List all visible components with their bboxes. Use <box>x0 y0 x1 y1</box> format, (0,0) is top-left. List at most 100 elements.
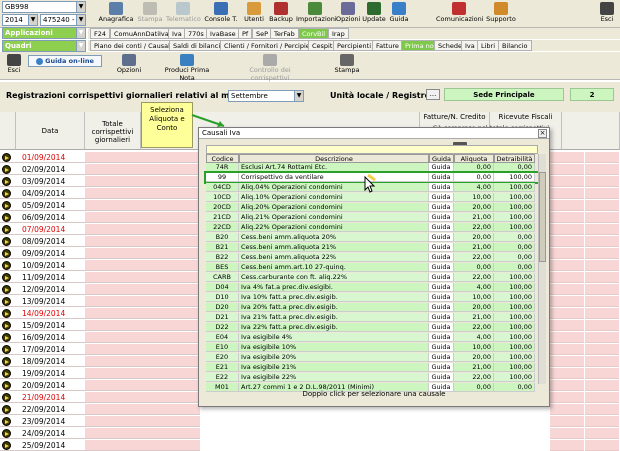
supporto-button[interactable]: Supporto <box>484 1 518 27</box>
row-select-icon[interactable] <box>2 237 11 246</box>
tab-bilancio[interactable]: Bilancio <box>498 40 532 51</box>
cell-guida-button[interactable]: Guida <box>429 183 454 192</box>
tab-clienti-fornitori[interactable]: Clienti / Fornitori / Percipienti <box>220 40 323 51</box>
cell-guida-button[interactable]: Guida <box>429 173 454 182</box>
row-right-cell[interactable] <box>550 260 584 271</box>
cell-guida-button[interactable]: Guida <box>429 223 454 232</box>
table-row[interactable]: 12/09/2014 <box>0 284 200 295</box>
row-totale-cell[interactable] <box>85 380 200 390</box>
row-right-cell[interactable] <box>585 236 619 247</box>
row-totale-cell[interactable] <box>85 284 200 294</box>
row-right-cell[interactable] <box>585 296 619 307</box>
list-item[interactable]: D21 Iva 21% fatt.a prec.div.esigib. Guida 2… <box>206 313 538 322</box>
row-right-cell[interactable] <box>550 440 584 451</box>
opzioni-button[interactable]: Opzioni <box>336 1 360 27</box>
row-right-cell[interactable] <box>585 356 619 367</box>
row-right-cell[interactable] <box>585 224 619 235</box>
guida-online-button[interactable]: Guida on-line <box>28 55 102 67</box>
table-row[interactable]: 14/09/2014 <box>0 308 200 319</box>
row-select-icon[interactable] <box>2 153 11 162</box>
chevron-down-icon[interactable]: ▼ <box>294 91 303 101</box>
list-item[interactable]: BES Cess.beni amm.art.10 27-quinq. Guida 0,… <box>206 263 538 272</box>
row-right-cell[interactable] <box>585 428 619 439</box>
row-select-icon[interactable] <box>2 225 11 234</box>
list-item[interactable]: B21 Cess.beni amm.aliquota 21% Guida 21,00 0… <box>206 243 538 252</box>
row-select-icon[interactable] <box>2 345 11 354</box>
tab-libri[interactable]: Libri <box>477 40 500 51</box>
row-totale-cell[interactable] <box>85 200 200 210</box>
row-totale-cell[interactable] <box>85 440 200 450</box>
cell-guida-button[interactable]: Guida <box>429 233 454 242</box>
scrollbar-thumb[interactable] <box>539 172 546 262</box>
row-right-cell[interactable] <box>550 224 584 235</box>
user-combo[interactable]: GB998 ▼ <box>2 1 86 13</box>
row-totale-cell[interactable] <box>85 152 200 162</box>
row-right-cell[interactable] <box>550 332 584 343</box>
row-right-cell[interactable] <box>585 380 619 391</box>
list-item[interactable]: 74R Esclusi Art.74 Rottami Etc. Guida 0,00 0… <box>206 163 538 172</box>
row-right-cell[interactable] <box>550 308 584 319</box>
update-button[interactable]: Update <box>362 1 386 27</box>
row-totale-cell[interactable] <box>85 368 200 378</box>
row-select-icon[interactable] <box>2 177 11 186</box>
table-row[interactable]: 10/09/2014 <box>0 260 200 271</box>
row-right-cell[interactable] <box>585 320 619 331</box>
table-row[interactable]: 15/09/2014 <box>0 320 200 331</box>
row-right-cell[interactable] <box>550 368 584 379</box>
row-totale-cell[interactable] <box>85 164 200 174</box>
row-right-cell[interactable] <box>585 332 619 343</box>
table-row[interactable]: 11/09/2014 <box>0 272 200 283</box>
table-row[interactable]: 19/09/2014 <box>0 368 200 379</box>
row-select-icon[interactable] <box>2 273 11 282</box>
table-row[interactable]: 02/09/2014 <box>0 164 200 175</box>
row-right-cell[interactable] <box>550 164 584 175</box>
row-right-cell[interactable] <box>585 404 619 415</box>
guida-button[interactable]: Guida <box>388 1 410 27</box>
list-item[interactable]: 22CD Aliq.22% Operazioni condomini Guida 22… <box>206 223 538 232</box>
quadri-combo[interactable]: Quadri ▼ <box>2 40 86 52</box>
tab-irap[interactable]: Irap <box>328 28 349 39</box>
chevron-down-icon[interactable]: ▼ <box>76 28 85 38</box>
month-select[interactable]: Settembre ▼ <box>228 90 304 102</box>
row-right-cell[interactable] <box>550 212 584 223</box>
row-right-cell[interactable] <box>550 200 584 211</box>
table-row[interactable]: 05/09/2014 <box>0 200 200 211</box>
row-right-cell[interactable] <box>585 176 619 187</box>
unit-picker-button[interactable]: ... <box>426 89 440 100</box>
row-totale-cell[interactable] <box>85 344 200 354</box>
cell-guida-button[interactable]: Guida <box>429 333 454 342</box>
chevron-down-icon[interactable]: ▼ <box>76 2 85 12</box>
row-right-cell[interactable] <box>550 152 584 163</box>
table-row[interactable]: 06/09/2014 <box>0 212 200 223</box>
row-right-cell[interactable] <box>585 368 619 379</box>
row-right-cell[interactable] <box>550 188 584 199</box>
row-select-icon[interactable] <box>2 261 11 270</box>
list-item[interactable]: D04 Iva 4% fat.a prec.div.esigibi. Guida 4,… <box>206 283 538 292</box>
row-select-icon[interactable] <box>2 249 11 258</box>
table-row[interactable]: 20/09/2014 <box>0 380 200 391</box>
list-item[interactable]: CARB Cess.carburante con ft. aliq.22% Guid… <box>206 273 538 282</box>
cell-guida-button[interactable]: Guida <box>429 363 454 372</box>
table-row[interactable]: 18/09/2014 <box>0 356 200 367</box>
table-row[interactable]: 04/09/2014 <box>0 188 200 199</box>
tab-corvbil[interactable]: CorvBil <box>298 28 330 39</box>
importazioni-button[interactable]: Importazioni <box>296 1 337 27</box>
cell-guida-button[interactable]: Guida <box>429 193 454 202</box>
stampa-button[interactable]: Stampa <box>136 1 164 27</box>
esci-top-button[interactable]: Esci <box>596 1 618 27</box>
chevron-down-icon[interactable]: ▼ <box>76 15 85 25</box>
row-right-cell[interactable] <box>550 320 584 331</box>
cell-guida-button[interactable]: Guida <box>429 253 454 262</box>
tab-percipienti[interactable]: Percipienti <box>333 40 376 51</box>
row-right-cell[interactable] <box>550 236 584 247</box>
utenti-button[interactable]: Utenti <box>242 1 266 27</box>
opzioni-button-2[interactable]: Opzioni <box>115 54 143 78</box>
row-select-icon[interactable] <box>2 441 11 450</box>
applicazioni-combo[interactable]: Applicazioni ▼ <box>2 27 86 39</box>
cell-guida-button[interactable]: Guida <box>429 373 454 382</box>
cell-guida-button[interactable]: Guida <box>429 303 454 312</box>
list-item[interactable]: 20CD Aliq.20% Operazioni condomini Guida 20… <box>206 203 538 212</box>
list-item[interactable]: B20 Cess.beni amm.aliquota 20% Guida 20,00 0… <box>206 233 538 242</box>
row-right-cell[interactable] <box>585 212 619 223</box>
tab-piano-conti[interactable]: Piano dei conti / Causali <box>90 40 176 51</box>
